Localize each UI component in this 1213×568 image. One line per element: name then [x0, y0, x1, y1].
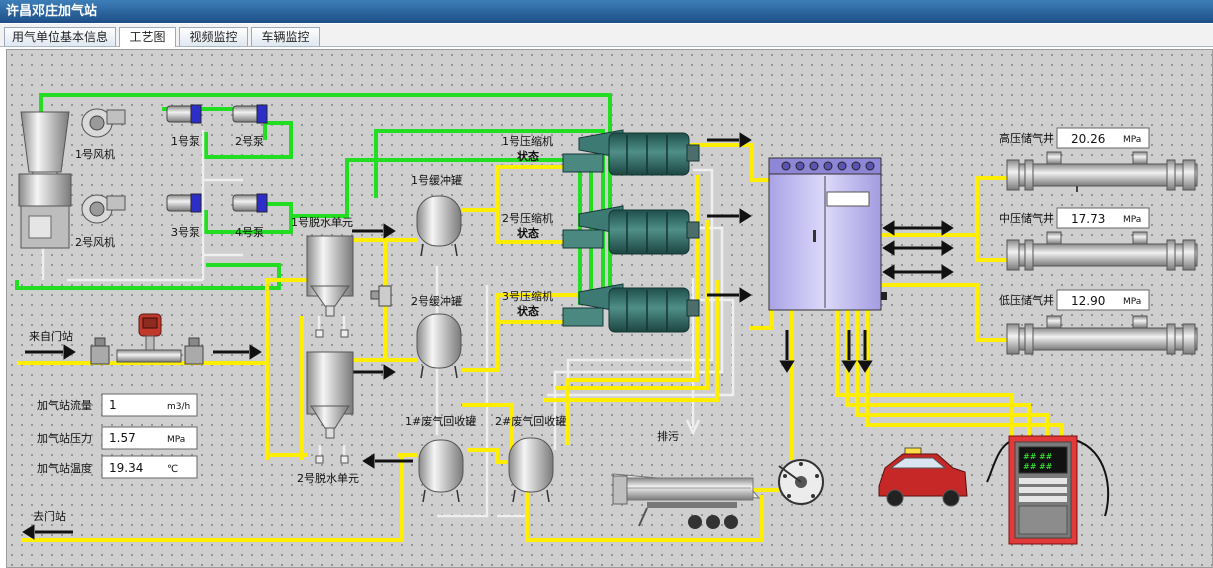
fan-1-label: 1号风机 — [75, 147, 115, 161]
tab-bar: 用气单位基本信息 工艺图 视频监控 车辆监控 — [0, 24, 1213, 47]
process-canvas: 1号风机 2号风机 1号泵 2号泵 3号泵 4号泵 1号脱水单元 2号脱水单元 … — [6, 49, 1213, 568]
dehydration-2-label: 2号脱水单元 — [297, 471, 359, 485]
compressor-3-icon — [562, 283, 700, 333]
low-storage-well-icon — [1006, 315, 1198, 355]
high-pressure-value: 20.26 — [1071, 132, 1105, 146]
recovery-tank-1-label: 1#废气回收罐 — [405, 414, 476, 428]
control-cabinet — [768, 157, 887, 311]
low-storage-label: 低压储气井 — [999, 293, 1054, 307]
buffer-tank-1-icon — [416, 195, 462, 257]
compressor-1-icon — [562, 129, 700, 176]
compressor-2-icon — [562, 205, 700, 255]
mid-storage-well-icon — [1006, 231, 1198, 271]
mid-pressure-value: 17.73 — [1071, 212, 1105, 226]
high-storage-label: 高压储气井 — [999, 131, 1054, 145]
vent-label: 排污 — [657, 429, 679, 443]
to-station-label: 去门站 — [33, 509, 66, 523]
pump-2-label: 2号泵 — [235, 135, 264, 148]
window-title: 许昌邓庄加气站 — [0, 0, 1213, 23]
flow-value: 1 — [109, 398, 117, 412]
compressor-2-status: 状态 — [517, 226, 539, 240]
compressor-1-status: 状态 — [517, 149, 539, 163]
low-pressure-unit: MPa — [1123, 297, 1141, 307]
flow-meter-icon — [90, 313, 204, 365]
buffer-tank-2-label: 2号缓冲罐 — [411, 294, 462, 308]
compressor-1-label: 1号压缩机 — [502, 134, 553, 148]
mid-storage-label: 中压储气井 — [999, 211, 1054, 225]
pump-3-icon — [166, 193, 202, 213]
mid-pressure-unit: MPa — [1123, 215, 1141, 225]
process-diagram: 1号风机 2号风机 1号泵 2号泵 3号泵 4号泵 1号脱水单元 2号脱水单元 … — [15, 93, 1198, 545]
compressor-3-status: 状态 — [517, 304, 539, 318]
pressure-value: 1.57 — [109, 431, 136, 445]
tab-process-diagram[interactable]: 工艺图 — [119, 27, 176, 47]
pump-1-label: 1号泵 — [171, 135, 200, 148]
taxi-car-icon — [878, 447, 968, 507]
dehydration-1-label: 1号脱水单元 — [291, 215, 353, 229]
buffer-tank-2-icon — [416, 313, 462, 379]
recovery-tank-1-icon — [418, 439, 464, 503]
flow-unit: m3/h — [167, 402, 190, 412]
buffer-tank-1-label: 1号缓冲罐 — [411, 173, 462, 187]
dehydration-1-icon — [306, 235, 354, 338]
compressor-3-label: 3号压缩机 — [502, 289, 553, 303]
valve-icon — [370, 285, 392, 307]
tab-vehicle-monitor[interactable]: 车辆监控 — [251, 27, 320, 46]
gas-generator-icon — [18, 111, 72, 249]
tube-trailer-icon — [612, 473, 761, 529]
temperature-label: 加气站温度 — [37, 461, 92, 475]
temperature-unit: ℃ — [167, 464, 178, 475]
fan-1-icon — [81, 108, 126, 138]
dehydration-2-icon — [306, 351, 354, 464]
high-pressure-unit: MPa — [1123, 135, 1141, 145]
pump-4-icon — [232, 193, 268, 213]
metering-disk-icon — [778, 459, 824, 505]
dispenser-display-bottom: ## ## — [1023, 462, 1053, 471]
flow-label: 加气站流量 — [37, 398, 92, 412]
fan-2-icon — [81, 194, 126, 224]
fan-2-label: 2号风机 — [75, 235, 115, 249]
pressure-label: 加气站压力 — [37, 431, 92, 445]
pressure-unit: MPa — [167, 435, 185, 445]
pump-1-icon — [166, 104, 202, 124]
low-pressure-value: 12.90 — [1071, 294, 1105, 308]
dispenser-display-top: ## ## — [1023, 452, 1053, 461]
recovery-tank-2-icon — [508, 437, 554, 503]
pump-3-label: 3号泵 — [171, 226, 200, 239]
tab-basic-info[interactable]: 用气单位基本信息 — [4, 27, 116, 46]
pump-2-icon — [232, 104, 268, 124]
tab-video-monitor[interactable]: 视频监控 — [179, 27, 248, 46]
from-station-label: 来自门站 — [29, 329, 73, 343]
temperature-value: 19.34 — [109, 461, 143, 475]
compressor-2-label: 2号压缩机 — [502, 211, 553, 225]
high-storage-well-icon — [1006, 151, 1198, 192]
pump-4-label: 4号泵 — [235, 226, 264, 239]
recovery-tank-2-label: 2#废气回收罐 — [495, 414, 566, 428]
